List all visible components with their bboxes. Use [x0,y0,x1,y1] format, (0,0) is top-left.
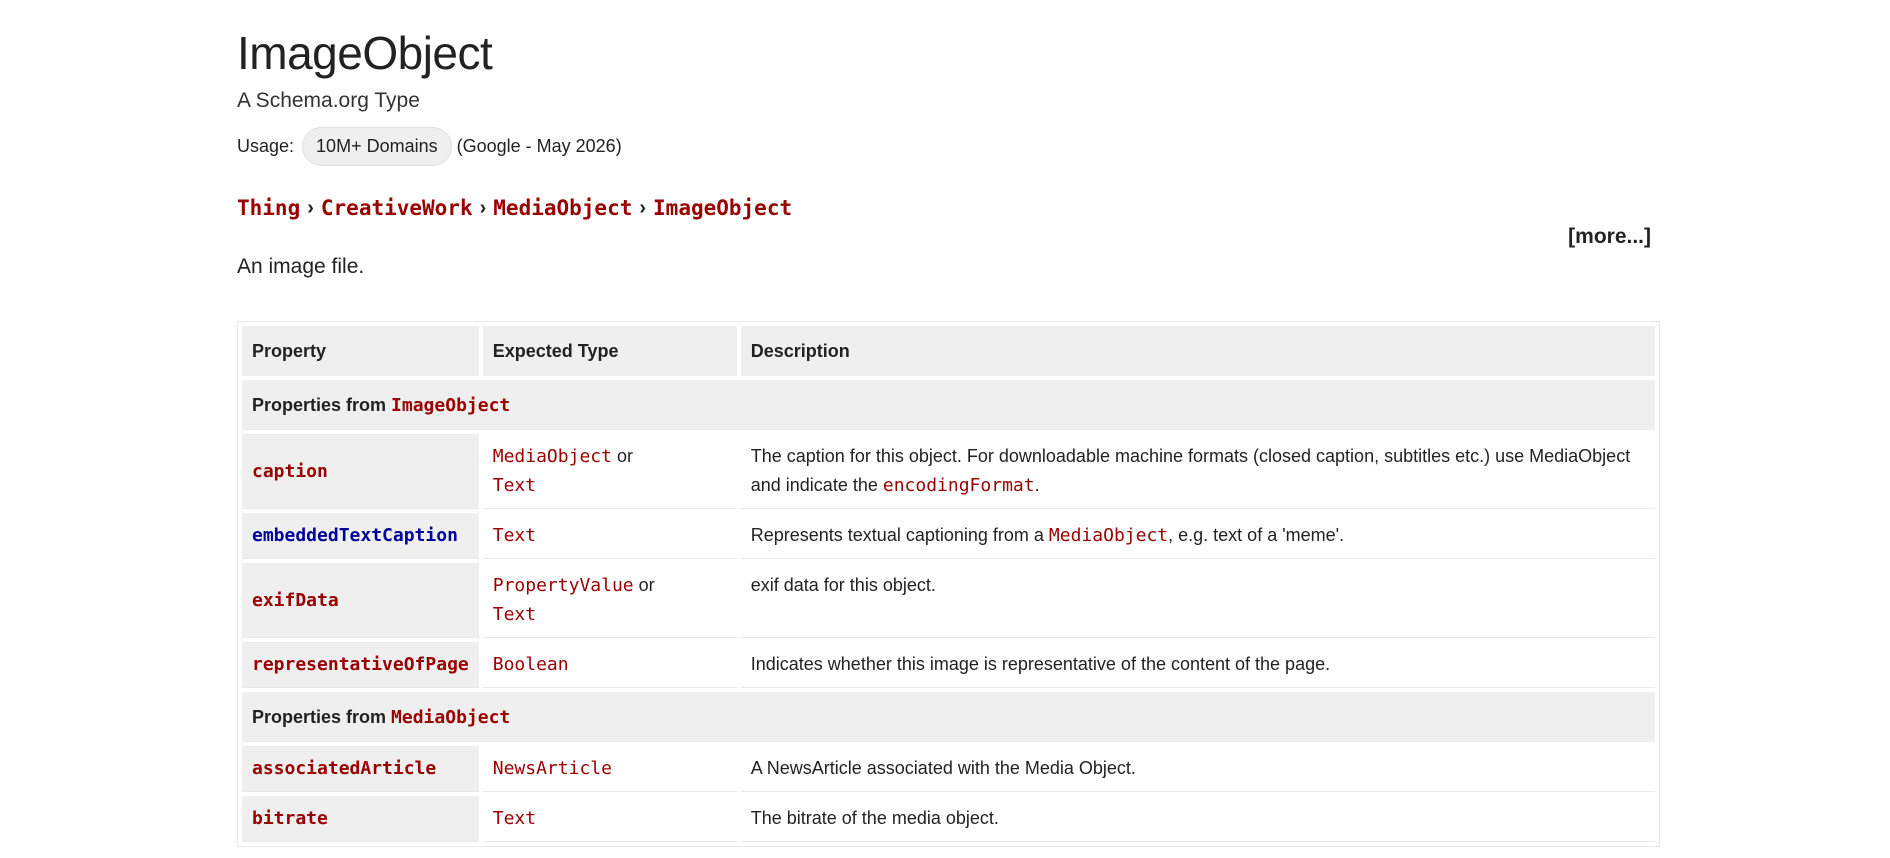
usage-badge: 10M+ Domains [302,126,452,166]
property-cell: exifData [242,563,479,638]
usage-info: Usage: 10M+ Domains (Google - May 2026) [237,126,622,166]
description-cell: The caption for this object. For downloa… [740,434,1655,509]
property-cell: associatedArticle [242,746,479,792]
table-header-row: Property Expected Type Description [242,326,1655,376]
expected-type-cell: Text [482,796,737,842]
property-link-embeddedtextcaption[interactable]: embeddedTextCaption [252,525,458,546]
type-link[interactable]: Text [493,604,536,625]
property-cell: bitrate [242,796,479,842]
table-row: representativeOfPage Boolean Indicates w… [242,642,1655,688]
expected-type-cell: Boolean [482,642,737,688]
type-link[interactable]: Text [493,475,536,496]
section-heading: Properties from ImageObject [242,380,1655,430]
table-row: bitrate Text The bitrate of the media ob… [242,796,1655,842]
property-cell: representativeOfPage [242,642,479,688]
type-description: An image file. [237,255,365,278]
page-subtitle: A Schema.org Type [237,89,420,112]
property-link-exifdata[interactable]: exifData [252,590,339,611]
section-row-imageobject: Properties from ImageObject [242,380,1655,430]
description-cell: exif data for this object. [740,563,1655,638]
section-prefix: Properties from [252,394,392,415]
description-cell: Represents textual captioning from a Med… [740,513,1655,559]
breadcrumb-thing[interactable]: Thing [237,196,300,220]
description-text: Represents textual captioning from a [750,525,1049,545]
table-row: associatedArticle NewsArticle A NewsArti… [242,746,1655,792]
section-type-link[interactable]: ImageObject [391,395,510,416]
usage-label: Usage: [237,135,295,156]
description-text: . [1034,475,1040,495]
description-cell: Indicates whether this image is represen… [740,642,1655,688]
or-text: or [616,446,633,466]
inline-code-link[interactable]: MediaObject [1049,525,1168,546]
type-link[interactable]: Text [493,525,536,546]
expected-type-cell: Text [482,513,737,559]
property-cell: caption [242,434,479,509]
breadcrumb-separator-icon: › [639,196,647,219]
breadcrumb-creativework[interactable]: CreativeWork [321,196,473,220]
type-link[interactable]: Text [493,808,536,829]
breadcrumb-imageobject[interactable]: ImageObject [653,196,792,220]
table-row: exifData PropertyValue or Text exif data… [242,563,1655,638]
description-text: , e.g. text of a 'meme'. [1168,525,1345,545]
breadcrumb: Thing › CreativeWork › MediaObject › Ima… [237,196,792,220]
type-link[interactable]: PropertyValue [493,575,634,596]
type-link[interactable]: NewsArticle [493,758,612,779]
expected-type-cell: NewsArticle [482,746,737,792]
page: ImageObject A Schema.org Type Usage: 10M… [0,0,1890,858]
column-header-property: Property [242,326,479,376]
page-title: ImageObject [237,27,493,79]
property-link-bitrate[interactable]: bitrate [252,808,328,829]
breadcrumb-separator-icon: › [307,196,314,219]
section-type-link[interactable]: MediaObject [391,707,510,728]
or-text: or [638,575,655,595]
section-row-mediaobject: Properties from MediaObject [242,692,1655,742]
usage-source: (Google - May 2026) [456,135,622,156]
properties-table: Property Expected Type Description Prope… [237,321,1660,847]
breadcrumb-separator-icon: › [479,196,487,219]
table-row: caption MediaObject or Text The caption … [242,434,1655,509]
property-cell: embeddedTextCaption [242,513,479,559]
property-link-caption[interactable]: caption [252,461,328,482]
description-cell: The bitrate of the media object. [740,796,1655,842]
property-link-representativeofpage[interactable]: representativeOfPage [252,654,469,675]
section-prefix: Properties from [252,706,392,727]
table-row: embeddedTextCaption Text Represents text… [242,513,1655,559]
expected-type-cell: MediaObject or Text [482,434,737,509]
type-link[interactable]: MediaObject [493,446,612,467]
section-heading: Properties from MediaObject [242,692,1655,742]
type-link[interactable]: Boolean [493,654,569,675]
description-cell: A NewsArticle associated with the Media … [740,746,1655,792]
more-link[interactable]: [more...] [1568,225,1651,249]
property-link-associatedarticle[interactable]: associatedArticle [252,758,436,779]
inline-code-link[interactable]: encodingFormat [883,475,1035,496]
column-header-expected-type: Expected Type [482,326,737,376]
expected-type-cell: PropertyValue or Text [482,563,737,638]
breadcrumb-mediaobject[interactable]: MediaObject [493,196,632,220]
column-header-description: Description [740,326,1655,376]
